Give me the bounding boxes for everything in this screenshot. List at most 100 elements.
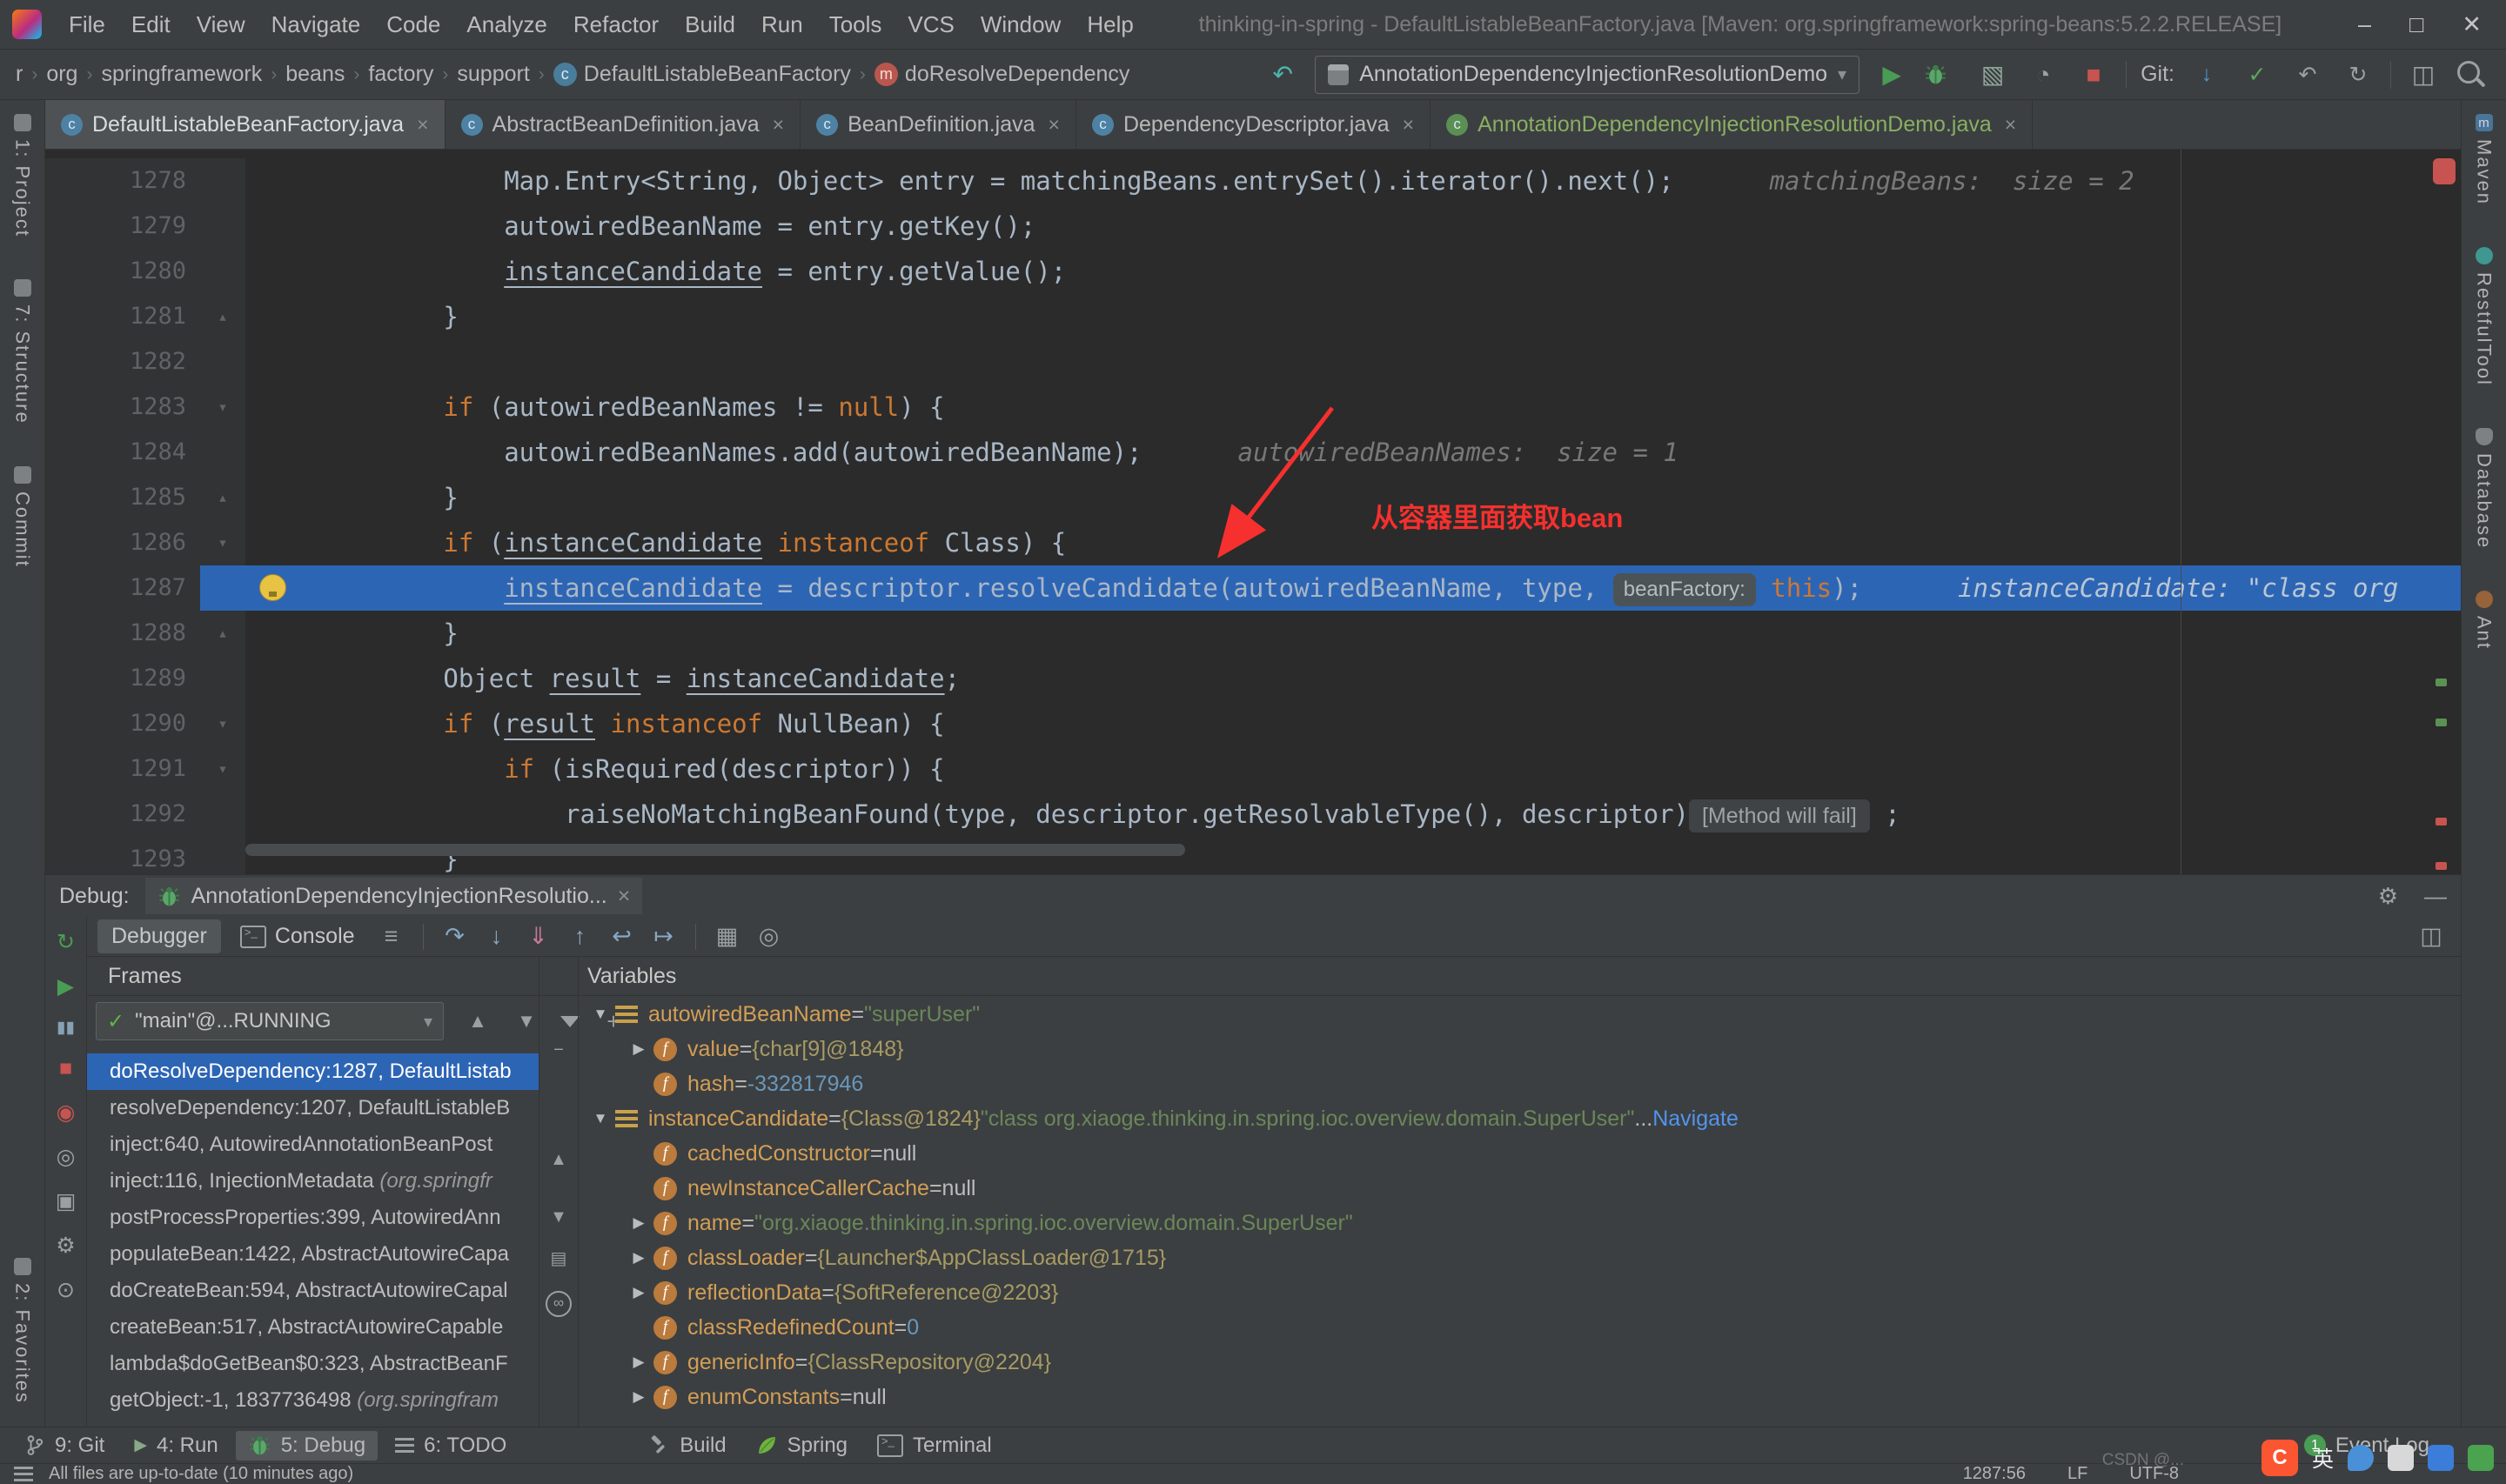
stripe-button-9-git[interactable]: 9: Git xyxy=(12,1431,117,1461)
sidebar-item-2-favorites[interactable]: 2: Favorites xyxy=(11,1258,34,1404)
tree-toggle-icon[interactable]: ▼ xyxy=(586,1110,615,1127)
rerun-icon[interactable]: ↻ xyxy=(57,929,75,955)
variable-row-reflectionData[interactable]: ▶ f reflectionData = {SoftReference@2203} xyxy=(577,1275,2461,1310)
collapse-icon[interactable]: − xyxy=(539,1040,578,1060)
stripe-mark[interactable] xyxy=(2436,818,2447,826)
variable-row-name[interactable]: ▶ f name = "org.xiaoge.thinking.in.spring.… xyxy=(577,1206,2461,1240)
fold-marker-icon[interactable]: ▾ xyxy=(200,384,245,430)
restore-layout-icon[interactable]: ◫ xyxy=(2412,923,2450,950)
stripe-mark[interactable] xyxy=(2436,719,2447,726)
stack-frame-row[interactable]: createBean:517, AbstractAutowireCapable xyxy=(87,1309,539,1346)
menu-item-window[interactable]: Window xyxy=(968,11,1074,37)
git-commit-icon[interactable]: ✓ xyxy=(2239,62,2275,88)
horizontal-scrollbar[interactable] xyxy=(245,844,1185,856)
navigate-link[interactable]: Navigate xyxy=(1652,1106,1739,1132)
variable-row-enumConstants[interactable]: ▶ f enumConstants = null xyxy=(577,1380,2461,1414)
stack-frame-row[interactable]: doCreateBean:594, AbstractAutowireCapal xyxy=(87,1273,539,1309)
fold-marker-icon[interactable]: ▾ xyxy=(200,746,245,792)
stack-frame-row[interactable]: doResolveDependency:1287, DefaultListab xyxy=(87,1053,539,1090)
run-config-select[interactable]: AnnotationDependencyInjectionResolutionD… xyxy=(1315,55,1860,94)
tab-console[interactable]: Console xyxy=(226,919,369,953)
menu-item-edit[interactable]: Edit xyxy=(118,11,184,37)
stripe-mark[interactable] xyxy=(2436,862,2447,870)
fold-marker-icon[interactable]: ▴ xyxy=(200,611,245,656)
stripe-button-4-run[interactable]: ▶ 4: Run xyxy=(122,1431,230,1461)
editor-tab[interactable]: c AnnotationDependencyInjectionResolution… xyxy=(1431,100,2034,149)
fold-marker-icon[interactable]: ▴ xyxy=(200,294,245,339)
breadcrumb-item-doResolveDependency[interactable]: m doResolveDependency xyxy=(873,62,1132,87)
stripe-button-build[interactable]: Build xyxy=(637,1431,738,1461)
sidebar-item-ant[interactable]: Ant xyxy=(2473,591,2496,650)
close-icon[interactable]: × xyxy=(1403,113,1414,137)
mute-breakpoints-icon[interactable]: ◎ xyxy=(750,923,788,950)
stack-frame-row[interactable]: populateBean:1422, AbstractAutowireCapa xyxy=(87,1236,539,1273)
tree-toggle-icon[interactable]: ▼ xyxy=(586,1006,615,1023)
pin-icon[interactable]: ⊙ xyxy=(57,1277,75,1303)
editor-tab[interactable]: c DependencyDescriptor.java × xyxy=(1076,100,1431,149)
git-update-icon[interactable]: ↓ xyxy=(2188,62,2225,87)
sidebar-item-7-structure[interactable]: 7: Structure xyxy=(11,278,34,424)
step-into-icon[interactable]: ↓ xyxy=(478,923,516,950)
thread-dump-icon[interactable]: ▣ xyxy=(56,1188,77,1214)
stripe-button-5-debug[interactable]: 5: Debug xyxy=(235,1430,379,1461)
sidebar-item-restfultool[interactable]: RestfulTool xyxy=(2473,247,2496,386)
editor-tab[interactable]: c BeanDefinition.java × xyxy=(801,100,1076,149)
stop-icon[interactable]: ■ xyxy=(59,1056,72,1081)
soft-wrap-icon[interactable]: ≡ xyxy=(372,923,411,950)
menu-item-refactor[interactable]: Refactor xyxy=(560,11,672,37)
fold-marker-icon[interactable]: ▴ xyxy=(200,475,245,520)
debug-button[interactable] xyxy=(1924,63,1960,86)
menu-item-tools[interactable]: Tools xyxy=(816,11,895,37)
editor-tab[interactable]: c AbstractBeanDefinition.java × xyxy=(446,100,801,149)
breadcrumb-item-beans[interactable]: beans xyxy=(284,62,346,87)
drop-frame-icon[interactable]: ↩ xyxy=(603,923,641,950)
breadcrumb-item-factory[interactable]: factory xyxy=(366,62,435,87)
variable-row-instanceCandidate[interactable]: ▼ instanceCandidate = {Class@1824} "class… xyxy=(577,1101,2461,1136)
hide-panel-icon[interactable]: — xyxy=(2424,883,2447,910)
stripe-button-terminal[interactable]: Terminal xyxy=(865,1431,1004,1461)
git-history-icon[interactable]: ↻ xyxy=(2340,62,2376,88)
run-to-cursor-icon[interactable]: ↦ xyxy=(645,923,683,950)
force-step-into-icon[interactable]: ⇓ xyxy=(519,923,558,950)
view-breakpoints-icon[interactable]: ◉ xyxy=(57,1100,76,1126)
gear-icon[interactable]: ⚙ xyxy=(2378,883,2398,910)
stop-button[interactable]: ■ xyxy=(2075,61,2112,89)
menu-item-analyze[interactable]: Analyze xyxy=(453,11,560,37)
tree-toggle-icon[interactable]: ▶ xyxy=(624,1284,653,1301)
menu-item-code[interactable]: Code xyxy=(373,11,453,37)
navigate-back-icon[interactable]: ↶ xyxy=(1264,60,1301,89)
tree-toggle-icon[interactable]: ▶ xyxy=(624,1354,653,1371)
stripe-button-6-todo[interactable]: 6: TODO xyxy=(383,1431,519,1461)
fold-marker-icon[interactable]: ▾ xyxy=(200,701,245,746)
stripe-mark[interactable] xyxy=(2436,678,2447,686)
scroll-down-icon[interactable]: ▼ xyxy=(539,1207,578,1227)
sidebar-item-commit[interactable]: Commit xyxy=(11,465,34,567)
view-breakpoints-icon[interactable]: ▦ xyxy=(708,923,747,950)
variable-row-value[interactable]: ▶ f value = {char[9]@1848} xyxy=(577,1032,2461,1066)
debug-session-tab[interactable]: AnnotationDependencyInjectionResolutio..… xyxy=(144,878,643,914)
breadcrumb-item-support[interactable]: support xyxy=(455,62,531,87)
prev-frame-icon[interactable]: ▲ xyxy=(463,1010,492,1033)
stripe-button-spring[interactable]: Spring xyxy=(744,1431,860,1461)
pause-icon[interactable]: ▮▮ xyxy=(57,1018,75,1038)
intention-bulb-icon[interactable] xyxy=(259,574,286,601)
stack-frame-row[interactable]: postProcessProperties:399, AutowiredAnn xyxy=(87,1200,539,1236)
caret-position[interactable]: 1287:56 xyxy=(1963,1464,2026,1484)
stack-frame-row[interactable]: lambda$doGetBean$0:323, AbstractBeanF xyxy=(87,1346,539,1382)
layout-icon[interactable]: ◫ xyxy=(2405,60,2442,89)
close-icon[interactable]: × xyxy=(1049,113,1060,137)
close-icon[interactable]: × xyxy=(2005,113,2016,137)
minimize-button[interactable]: – xyxy=(2358,11,2371,38)
line-ending[interactable]: LF xyxy=(2067,1464,2087,1484)
breadcrumb-item-springframework[interactable]: springframework xyxy=(99,62,264,87)
maximize-button[interactable]: □ xyxy=(2409,11,2423,38)
stack-frame-row[interactable]: getObject:-1, 1837736498 (org.springfram xyxy=(87,1382,539,1419)
tree-toggle-icon[interactable]: ▶ xyxy=(624,1214,653,1232)
menu-item-build[interactable]: Build xyxy=(672,11,748,37)
menu-item-vcs[interactable]: VCS xyxy=(895,11,967,37)
coverage-button[interactable]: ▧ xyxy=(1974,60,2011,89)
step-out-icon[interactable]: ↑ xyxy=(561,923,600,950)
menu-item-navigate[interactable]: Navigate xyxy=(258,11,374,37)
breadcrumb-item-DefaultListableBeanFactory[interactable]: c DefaultListableBeanFactory xyxy=(552,62,853,87)
search-icon[interactable] xyxy=(2457,60,2480,84)
